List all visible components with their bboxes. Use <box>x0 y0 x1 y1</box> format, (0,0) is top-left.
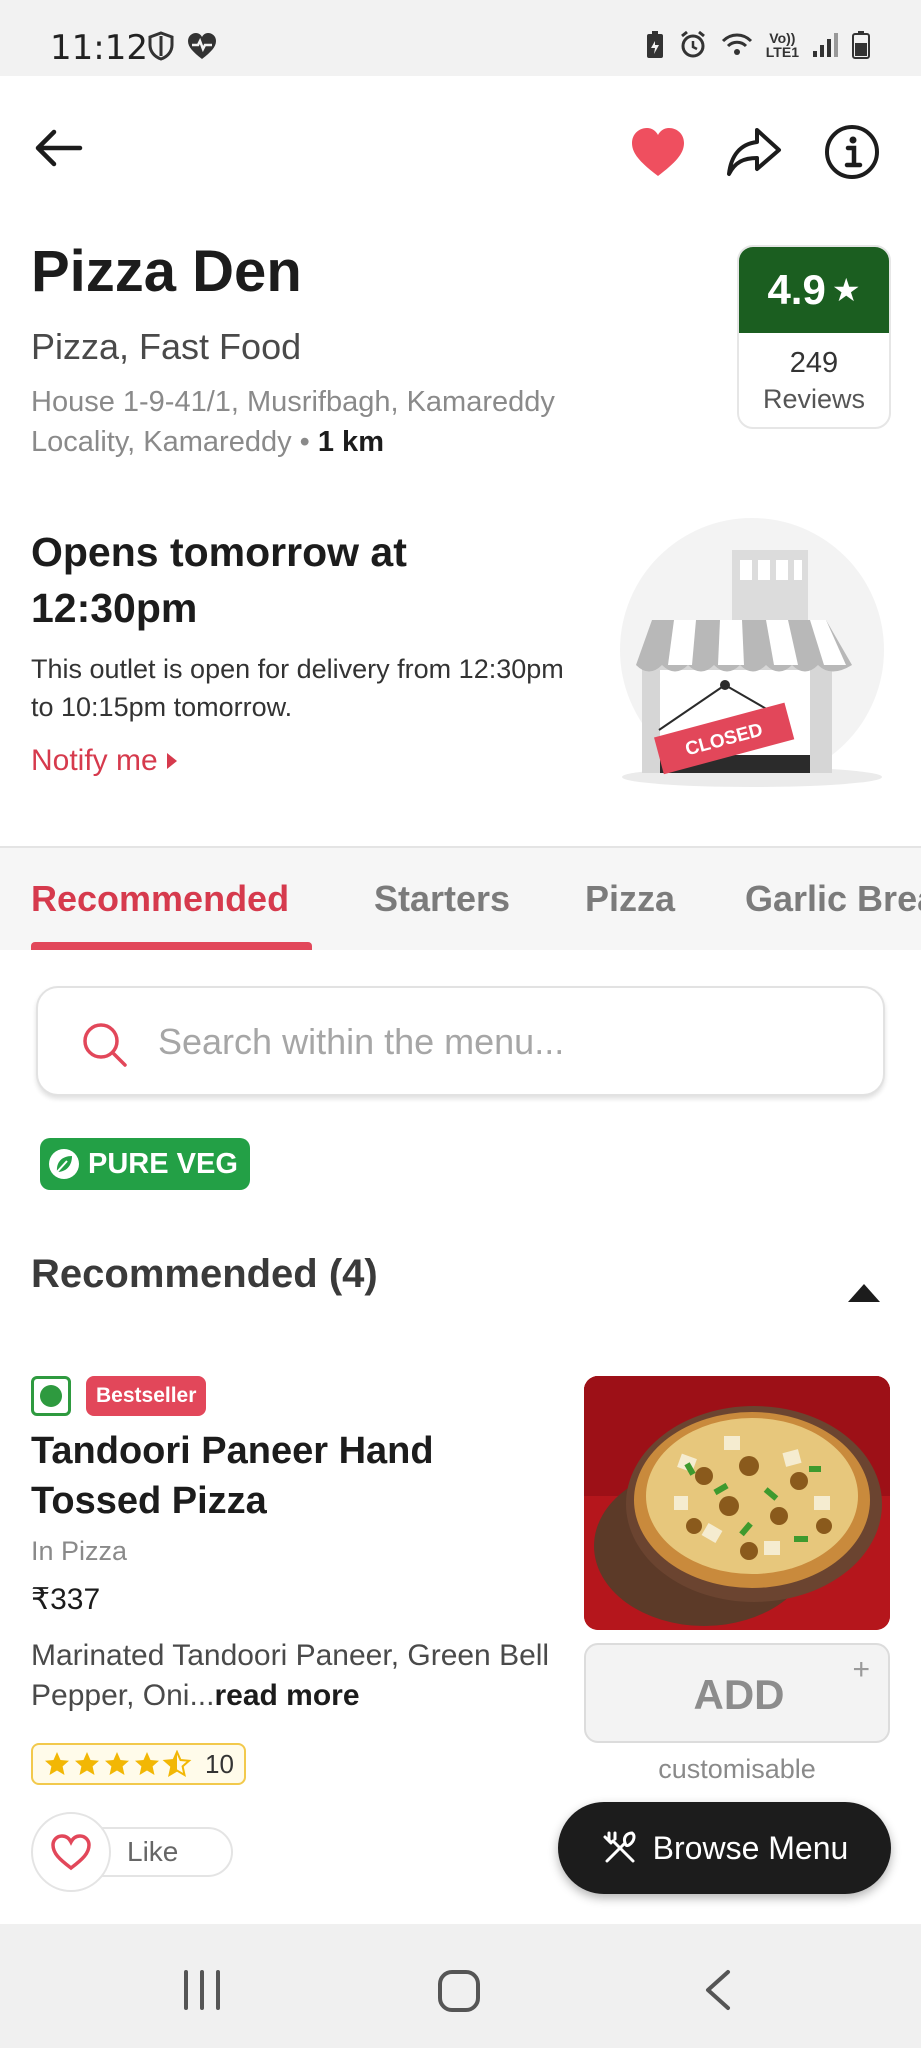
battery-icon <box>852 31 870 59</box>
share-arrow-icon[interactable] <box>724 122 784 182</box>
alarm-icon <box>680 30 705 58</box>
search-input[interactable] <box>158 1016 838 1068</box>
search-icon <box>83 1023 127 1067</box>
collapse-caret-icon[interactable] <box>846 1280 882 1304</box>
item-rating: 10 <box>31 1743 246 1785</box>
item-name: Tandoori Paneer Hand Tossed Pizza <box>31 1430 434 1522</box>
address-separator: • <box>299 426 310 458</box>
status-time: 11:12 <box>50 28 148 68</box>
leaf-icon <box>49 1149 79 1179</box>
add-to-cart-button[interactable]: ADD + <box>584 1643 890 1743</box>
wifi-icon <box>721 33 752 55</box>
restaurant-cuisine: Pizza, Fast Food <box>31 326 302 367</box>
reviews-count: 249 <box>789 347 839 379</box>
item-category: In Pizza <box>31 1536 128 1566</box>
tab-pizza[interactable]: Pizza <box>585 878 675 920</box>
distance-label: 1 km <box>317 426 384 458</box>
notify-me-label: Notify me <box>31 744 158 777</box>
status-left-icons <box>145 30 219 62</box>
opening-status-title: Opens tomorrow at 12:30pm <box>31 529 407 631</box>
back-arrow-icon[interactable] <box>30 120 86 176</box>
tab-recommended[interactable]: Recommended <box>31 878 289 920</box>
like-label[interactable]: Like <box>127 1836 178 1868</box>
app-bar <box>0 76 921 226</box>
veg-indicator-icon <box>31 1376 71 1416</box>
item-price: ₹337 <box>31 1583 101 1616</box>
section-title[interactable]: Recommended (4) <box>31 1252 378 1297</box>
category-tabs: Recommended Starters Pizza Garlic Bread <box>0 846 921 950</box>
add-label: ADD <box>693 1671 785 1718</box>
browse-menu-button[interactable]: Browse Menu <box>558 1802 891 1894</box>
shield-icon <box>148 31 174 61</box>
signal-icon <box>813 33 838 57</box>
tab-starters[interactable]: Starters <box>374 878 510 920</box>
closed-store-illustration: CLOSED <box>620 518 884 787</box>
pure-veg-badge: PURE VEG <box>40 1138 250 1190</box>
item-image[interactable] <box>584 1376 890 1630</box>
system-nav-bar <box>0 1924 921 2048</box>
address-text: House 1-9-41/1, Musrifbagh, Kamareddy Lo… <box>31 386 555 458</box>
customisable-label: customisable <box>658 1754 816 1784</box>
like-heart-button[interactable] <box>31 1812 111 1892</box>
network-type-label: Vo)) LTE1 <box>765 30 799 60</box>
restaurant-name: Pizza Den <box>31 239 302 304</box>
home-icon[interactable] <box>436 1968 482 2014</box>
caret-right-icon <box>166 753 177 769</box>
star-icon: ★ <box>831 272 861 308</box>
active-tab-indicator <box>31 942 312 950</box>
status-right-icons: Vo)) LTE1 <box>644 30 871 60</box>
heart-outline-icon <box>51 1834 91 1871</box>
star-rating-icon <box>45 1751 190 1776</box>
plus-icon: + <box>852 1653 870 1686</box>
rating-card[interactable]: 4.9 ★ 249 Reviews <box>737 245 891 429</box>
recent-apps-icon[interactable] <box>180 1968 224 2012</box>
health-heart-icon <box>188 33 216 59</box>
restaurant-address: House 1-9-41/1, Musrifbagh, Kamareddy Lo… <box>31 382 651 462</box>
rating-value: 4.9 <box>767 266 826 313</box>
notify-me-link[interactable]: Notify me <box>31 744 178 778</box>
fork-knife-icon <box>603 1831 636 1863</box>
bestseller-badge: Bestseller <box>86 1376 207 1416</box>
browse-menu-label: Browse Menu <box>652 1829 849 1866</box>
read-more-link[interactable]: read more <box>214 1679 359 1712</box>
item-description: Marinated Tandoori Paneer, Green Bell Pe… <box>31 1636 551 1716</box>
system-back-icon[interactable] <box>700 1968 736 2012</box>
rating-badge: 4.9 ★ <box>739 247 889 333</box>
rating-count: 10 <box>205 1748 234 1779</box>
favorite-heart-icon[interactable] <box>628 122 688 182</box>
opening-status-description: This outlet is open for delivery from 12… <box>31 654 564 722</box>
info-icon[interactable] <box>822 122 882 182</box>
menu-search-box[interactable] <box>36 986 885 1096</box>
reviews-label: Reviews <box>762 384 866 414</box>
status-bar: 11:12 Vo)) LTE1 <box>0 0 921 76</box>
tab-garlic-bread[interactable]: Garlic Bread <box>745 878 921 920</box>
pure-veg-label: PURE VEG <box>88 1147 238 1180</box>
battery-saver-icon <box>646 31 663 58</box>
